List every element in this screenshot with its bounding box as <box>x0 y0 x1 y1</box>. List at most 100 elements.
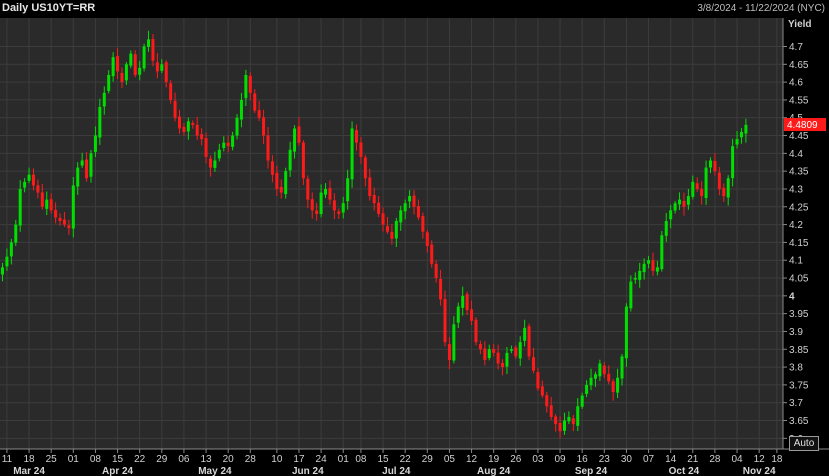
candle-body <box>638 270 642 280</box>
candle-body <box>456 306 460 323</box>
candle-body <box>332 200 336 211</box>
y-axis-title: Yield <box>788 19 812 30</box>
candle-body <box>394 221 398 239</box>
candle-body <box>624 306 628 359</box>
candle-body <box>403 203 407 212</box>
candlestick-chart[interactable]: Yield 4.74.654.64.554.54.454.44.354.34.2… <box>0 0 829 476</box>
x-month-label: Apr 24 <box>102 466 134 476</box>
candle-body <box>151 39 155 61</box>
x-day-label: 16 <box>577 454 589 465</box>
candle-body <box>45 199 49 209</box>
candle-body <box>133 54 137 75</box>
candle-body <box>695 183 699 189</box>
candle-body <box>200 134 204 140</box>
candle-body <box>142 46 146 69</box>
candle-body <box>598 363 602 377</box>
candle-body <box>217 149 221 159</box>
candle-body <box>182 126 186 132</box>
x-day-label: 19 <box>488 454 500 465</box>
x-day-label: 15 <box>377 454 389 465</box>
candle-body <box>447 344 451 360</box>
candle-body <box>49 199 53 211</box>
candle-body <box>31 174 35 186</box>
x-day-label: 01 <box>338 454 350 465</box>
candle-body <box>111 57 115 77</box>
candle-body <box>239 99 243 120</box>
candle-body <box>647 260 651 264</box>
candle-body <box>93 135 97 152</box>
candle-body <box>324 188 328 195</box>
candle-body <box>434 263 438 279</box>
x-day-label: 22 <box>400 454 412 465</box>
x-day-label: 18 <box>23 454 35 465</box>
candle-body <box>629 281 633 309</box>
x-day-label: 04 <box>731 454 743 465</box>
candle-body <box>27 174 31 181</box>
candle-body <box>76 167 80 187</box>
candle-body <box>381 213 385 225</box>
candle-body <box>501 362 505 368</box>
x-day-label: 03 <box>532 454 544 465</box>
candle-body <box>655 267 659 272</box>
candle-body <box>717 172 721 189</box>
candle-body <box>310 199 314 211</box>
y-tick-label: 4.2 <box>789 220 803 231</box>
candle-body <box>673 203 677 211</box>
candle-body <box>465 294 469 311</box>
x-day-label: 14 <box>665 454 677 465</box>
x-day-label: 08 <box>355 454 367 465</box>
candle-body <box>266 135 270 161</box>
candle-body <box>62 219 66 225</box>
y-tick-label: 4.45 <box>789 131 809 142</box>
x-day-label: 18 <box>771 454 783 465</box>
x-day-label: 20 <box>223 454 235 465</box>
candle-body <box>523 327 527 341</box>
candle-body <box>102 92 106 107</box>
x-month-label: Sep 24 <box>575 466 608 476</box>
candle-body <box>341 203 345 213</box>
candle-body <box>731 146 735 179</box>
candle-body <box>85 159 89 179</box>
candle-body <box>275 172 279 189</box>
candle-body <box>735 139 739 145</box>
candle-body <box>602 365 606 375</box>
candle-body <box>611 381 615 393</box>
candle-body <box>368 177 372 197</box>
candle-body <box>54 209 58 218</box>
y-tick-label: 4.1 <box>789 256 803 267</box>
candle-body <box>660 235 664 270</box>
candle-body <box>726 178 730 198</box>
auto-scale-button[interactable]: Auto <box>789 436 819 451</box>
candle-body <box>107 74 111 91</box>
candle-body <box>545 395 549 407</box>
candle-body <box>191 123 195 125</box>
candle-body <box>235 117 239 136</box>
x-day-label: 24 <box>316 454 328 465</box>
candle-body <box>691 181 695 197</box>
candle-body <box>359 142 363 157</box>
candle-body <box>377 202 381 214</box>
candle-body <box>536 372 540 389</box>
candle-body <box>478 343 482 350</box>
candle-body <box>709 160 712 168</box>
candle-body <box>138 67 142 75</box>
candle-body <box>204 138 208 157</box>
candle-body <box>36 185 40 193</box>
candle-body <box>474 319 478 343</box>
candle-body <box>421 216 425 232</box>
candle-body <box>80 160 84 166</box>
candle-body <box>262 117 266 136</box>
x-day-label: 11 <box>2 454 13 465</box>
candle-body <box>89 153 93 177</box>
candle-body <box>722 187 726 197</box>
x-month-label: Nov 24 <box>743 466 776 476</box>
candle-body <box>195 124 199 136</box>
candle-body <box>514 347 518 357</box>
candle-body <box>408 196 412 202</box>
x-day-label: 12 <box>466 454 478 465</box>
candle-body <box>425 232 429 246</box>
x-axis: 11 18 25 01 08 15 22 29 06 13 20 28 10 17 24 01 08 15 22 29… <box>2 449 783 476</box>
candle-body <box>585 384 589 394</box>
x-day-label: 17 <box>293 454 305 465</box>
y-tick-label: 3.8 <box>789 363 803 374</box>
